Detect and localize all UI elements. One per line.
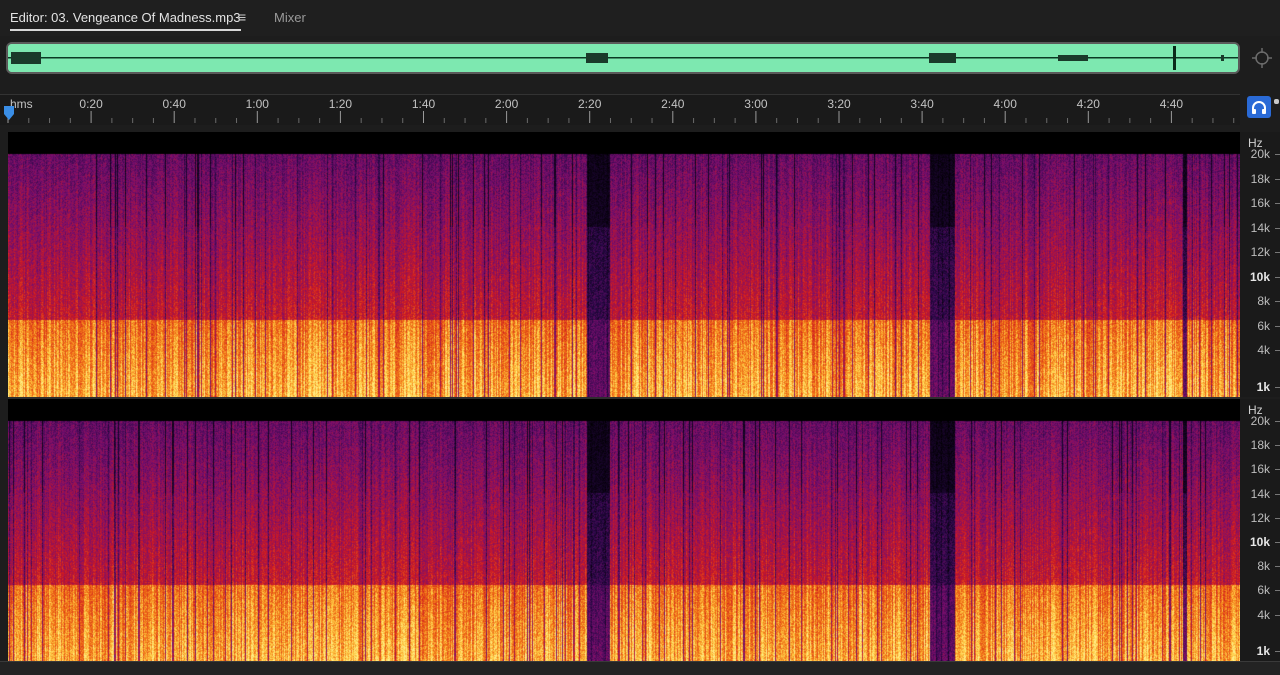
playhead-marker-icon[interactable] (3, 106, 15, 122)
frequency-label: 20k (1250, 147, 1270, 161)
ruler-label: 4:20 (1076, 97, 1100, 111)
frequency-label: 10k (1249, 269, 1270, 284)
frequency-label: 1k (1256, 380, 1270, 394)
panel-edge-marker (1274, 99, 1279, 104)
frequency-tick (1275, 276, 1280, 278)
tab-editor[interactable]: Editor: 03. Vengeance Of Madness.mp3 (10, 10, 241, 31)
frequency-tick (1275, 252, 1280, 254)
frequency-label: 18k (1250, 438, 1270, 453)
ruler-label: 2:20 (578, 97, 602, 111)
frequency-tick (1275, 469, 1280, 471)
frequency-tick (1275, 178, 1280, 180)
headphone-icon[interactable] (1247, 96, 1271, 118)
time-ruler[interactable]: hms 0:20 0:40 1:00 1:20 1:40 2:00 2:20 2:40 3:00… (0, 94, 1240, 125)
zoom-crosshair-icon[interactable] (1250, 46, 1274, 70)
ruler-label: 4:00 (993, 97, 1017, 111)
frequency-tick (1275, 227, 1280, 229)
frequency-tick (1275, 350, 1280, 352)
frequency-tick (1275, 301, 1280, 303)
spectral-channel-right[interactable] (8, 399, 1240, 661)
frequency-tick (1275, 651, 1280, 652)
frequency-tick (1275, 387, 1280, 388)
frequency-label: 16k (1250, 462, 1270, 477)
frequency-tick (1275, 542, 1280, 544)
frequency-tick (1275, 517, 1280, 519)
frequency-label: 12k (1250, 245, 1270, 260)
ruler-label: 0:20 (79, 97, 103, 111)
hamburger-menu-icon[interactable]: ≡ (238, 9, 246, 25)
frequency-label: 6k (1257, 583, 1270, 598)
ruler-label: 4:40 (1159, 97, 1184, 111)
frequency-label: 4k (1257, 607, 1270, 622)
ruler-label: 3:00 (744, 97, 768, 111)
panel-splitter-handle[interactable] (650, 125, 678, 137)
ruler-label: 3:40 (910, 97, 934, 111)
frequency-label: 1k (1256, 644, 1270, 658)
frequency-label: 6k (1257, 318, 1270, 333)
frequency-axis-right: Hz 20k 18k 16k 14k 12k 10k 8k 6k 4k 1k (1240, 399, 1280, 661)
frequency-axis-left: Hz 20k 18k 16k 14k 12k 10k 8k 6k 4k 1k (1240, 132, 1280, 397)
overview-waveform-shape (8, 44, 1238, 72)
ruler-label: 2:00 (494, 97, 519, 111)
overview-waveform[interactable] (6, 42, 1240, 74)
frequency-label: 18k (1250, 171, 1270, 186)
frequency-label: 8k (1257, 559, 1270, 574)
ruler-label: 3:20 (827, 97, 851, 111)
frequency-label: 12k (1250, 510, 1270, 525)
frequency-label: 14k (1250, 486, 1270, 501)
frequency-label: 20k (1250, 414, 1270, 428)
frequency-label: 14k (1250, 220, 1270, 235)
ruler-label: 1:20 (328, 97, 353, 111)
frequency-tick (1275, 566, 1280, 568)
ruler-ticks (7, 111, 1235, 123)
frequency-label: 16k (1250, 196, 1270, 211)
bottom-scrollbar[interactable] (0, 661, 1280, 675)
frequency-label: 10k (1249, 535, 1270, 550)
frequency-tick (1275, 445, 1280, 447)
ruler-label: 1:40 (411, 97, 436, 111)
spectral-channel-left[interactable] (8, 132, 1240, 397)
ruler-label: 0:40 (162, 97, 186, 111)
editor-tab-bar: Editor: 03. Vengeance Of Madness.mp3 ≡ M… (0, 0, 1280, 36)
frequency-tick (1275, 203, 1280, 205)
frequency-tick (1275, 493, 1280, 495)
ruler-label: 1:00 (245, 97, 269, 111)
ruler-label: 2:40 (661, 97, 685, 111)
frequency-label: 8k (1257, 294, 1270, 309)
frequency-tick (1275, 154, 1280, 155)
frequency-tick (1275, 325, 1280, 327)
frequency-tick (1275, 614, 1280, 616)
frequency-label: 4k (1257, 343, 1270, 358)
frequency-tick (1275, 590, 1280, 592)
tab-mixer[interactable]: Mixer (274, 10, 306, 25)
frequency-tick (1275, 421, 1280, 422)
